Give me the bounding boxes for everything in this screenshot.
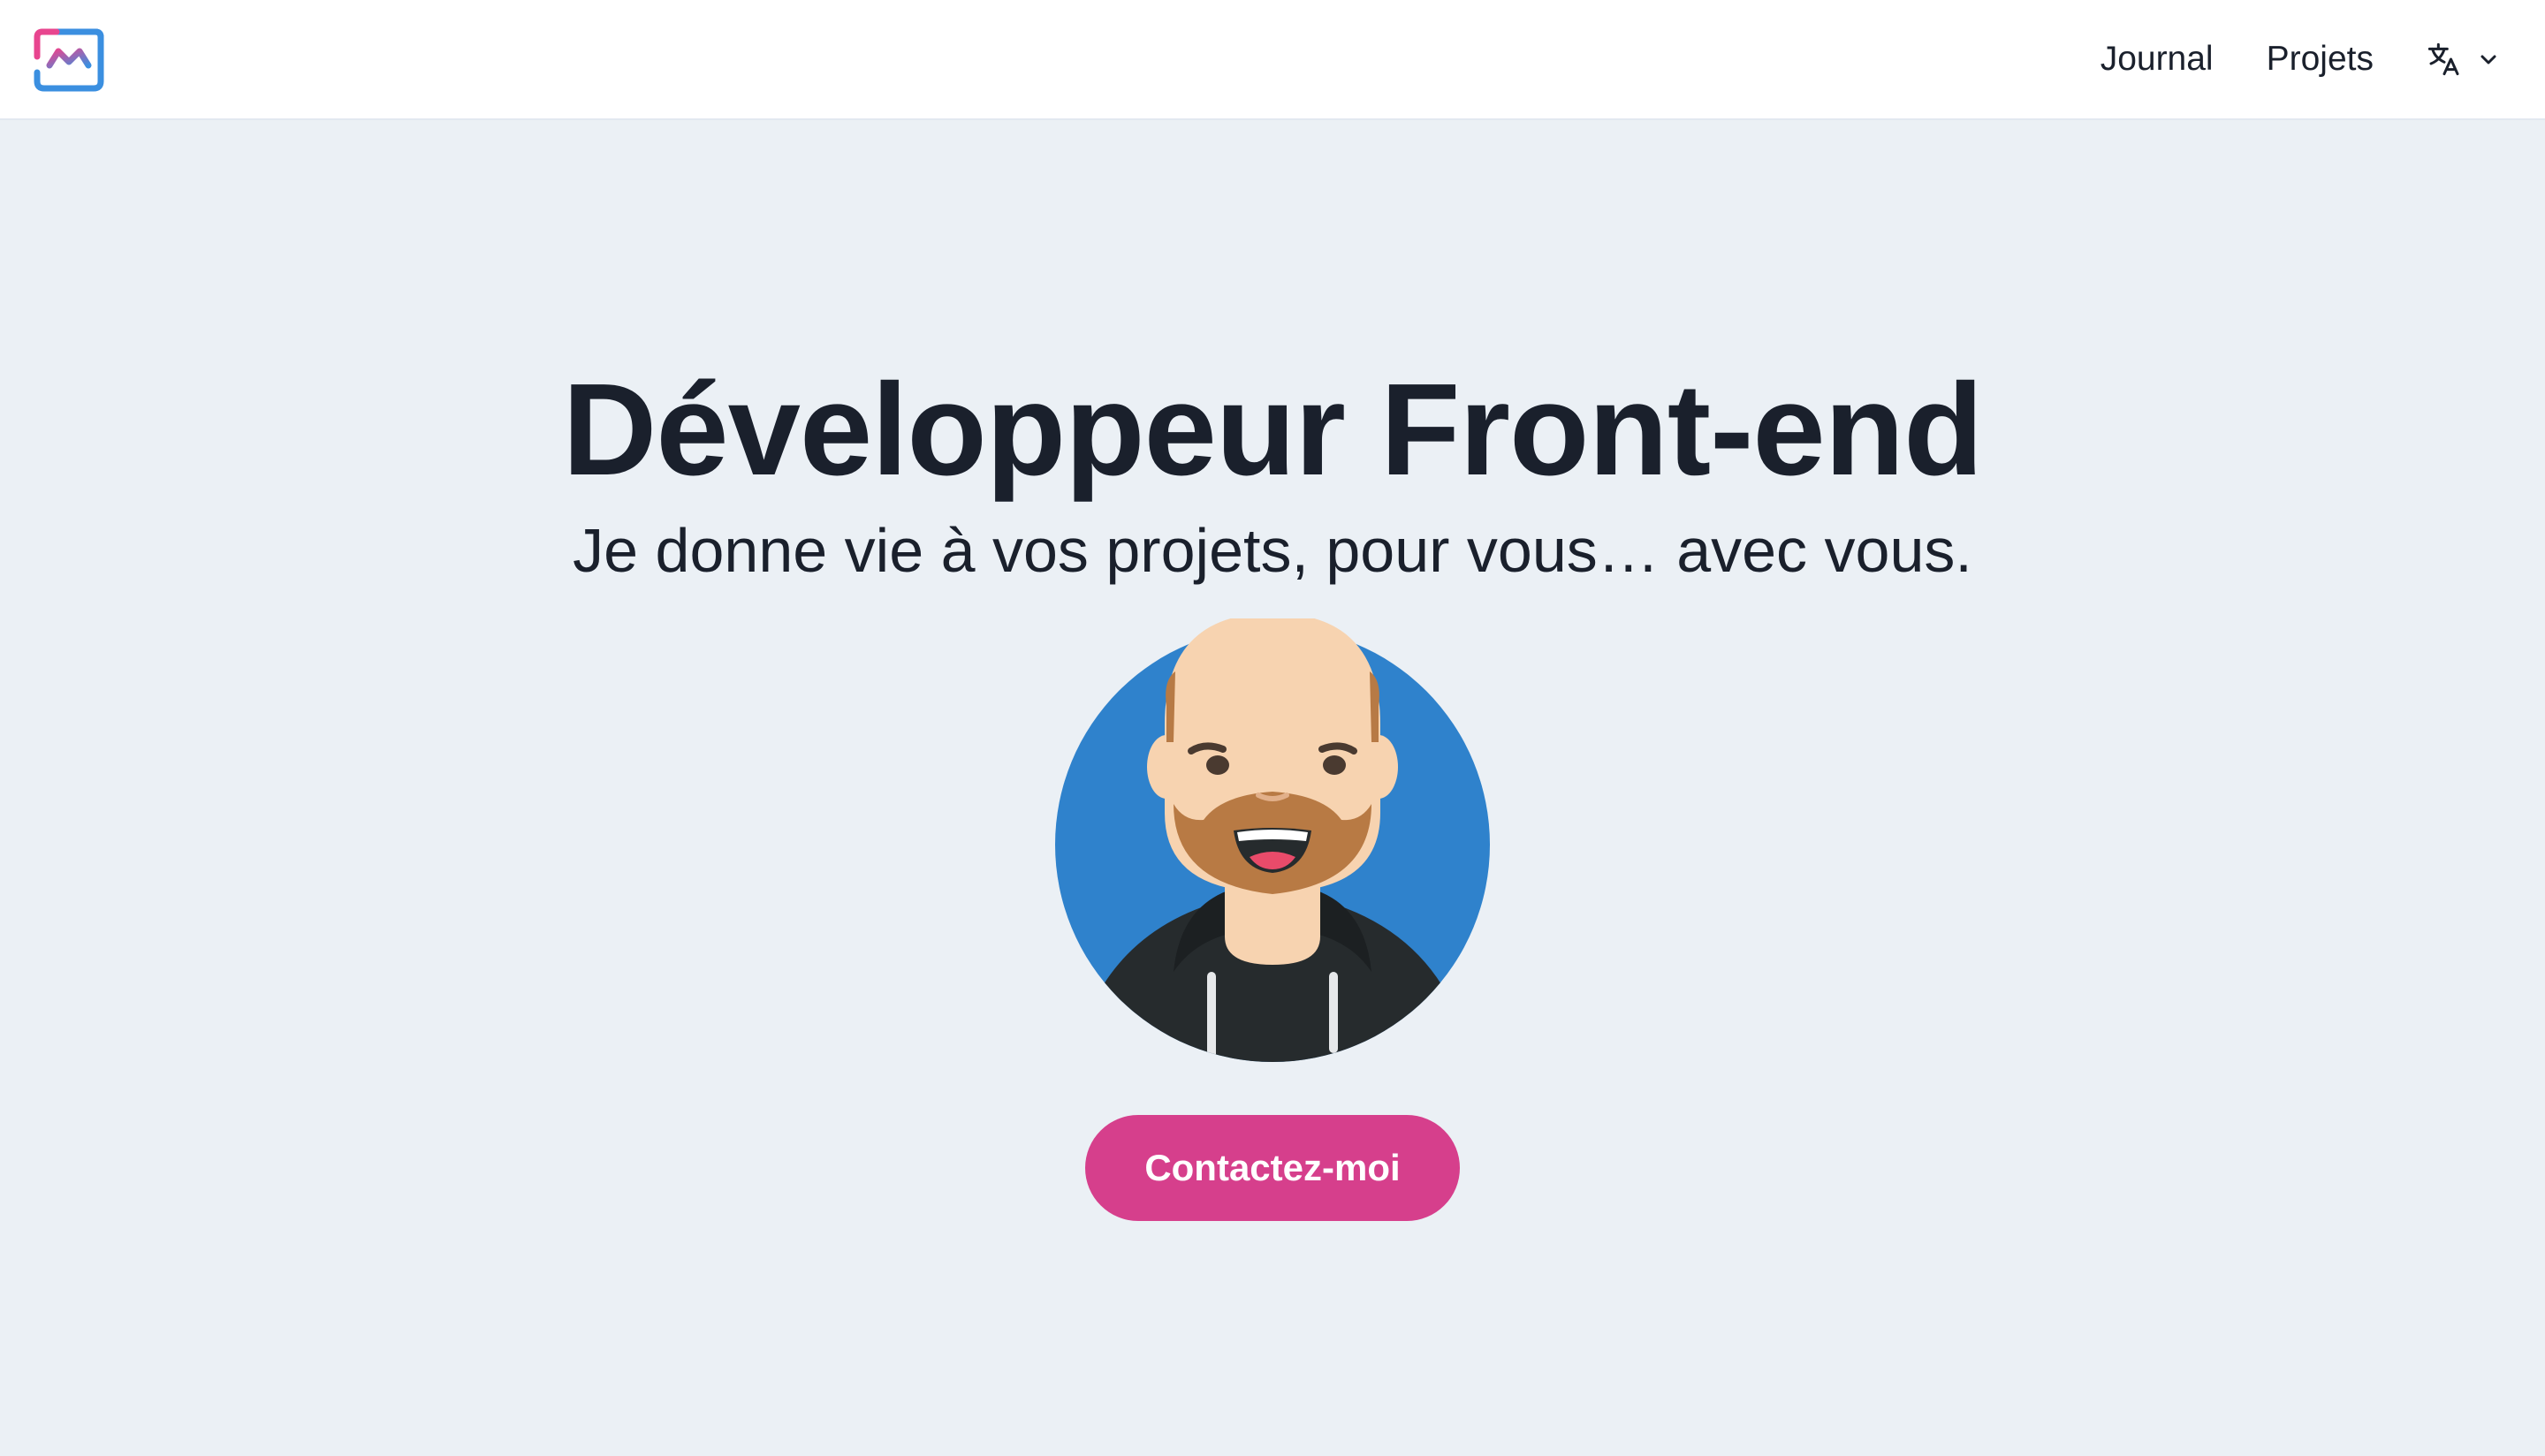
translate-icon [2427,42,2459,76]
top-navbar: Journal Projets [0,0,2545,120]
contact-button[interactable]: Contactez-moi [1085,1115,1460,1221]
nav-link-projets[interactable]: Projets [2267,40,2374,79]
hero-title: Développeur Front-end [562,357,1983,503]
brand-logo-icon[interactable] [34,27,104,92]
main-nav: Journal Projets [2101,0,2545,118]
nav-link-journal[interactable]: Journal [2101,40,2214,79]
hero-subtitle: Je donne vie à vos projets, pour vous… a… [573,516,1972,585]
chevron-down-icon [2480,55,2496,64]
language-switcher[interactable] [2427,42,2499,77]
avatar-illustration [1055,618,1490,1062]
